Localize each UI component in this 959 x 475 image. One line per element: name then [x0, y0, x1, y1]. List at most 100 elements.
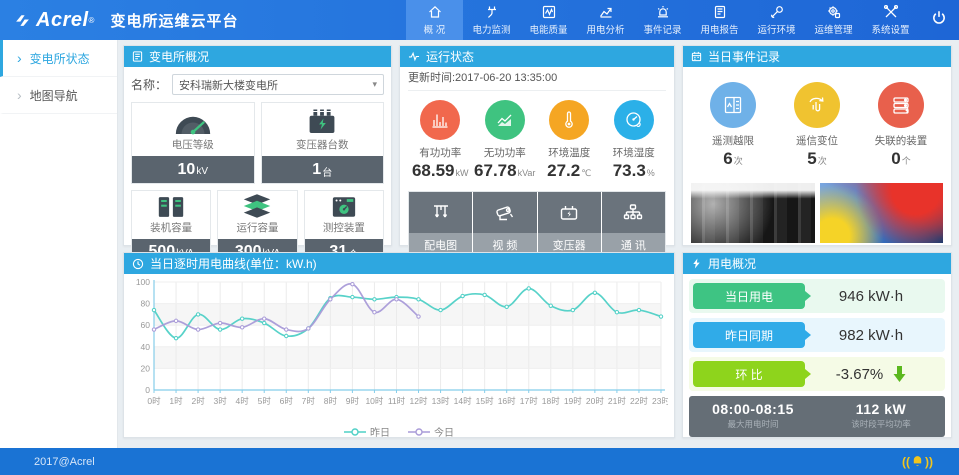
legend-label: 今日: [434, 424, 454, 439]
nav-environment[interactable]: 运行环境: [748, 0, 805, 40]
svg-text:5时: 5时: [258, 396, 272, 406]
value: 68.59: [412, 161, 455, 180]
nav-label: 事件记录: [643, 22, 681, 36]
panel-header: 当日逐时用电曲线(单位：kW.h): [124, 253, 674, 274]
yesterday-usage-value: 982 kW·h: [805, 327, 937, 344]
caret-down-icon: ▾: [372, 79, 377, 90]
card-label: 装机容量: [132, 218, 210, 239]
unit: kV: [196, 166, 208, 177]
nav-label: 电能质量: [529, 22, 567, 36]
svg-text:20: 20: [141, 363, 151, 373]
card-label: 测控装置: [305, 218, 383, 239]
power-icon: [930, 9, 948, 32]
top-nav: 概 况 电力监测 电能质量 用电分析 事件记录 用电报告: [406, 0, 959, 40]
legend-marker-icon: [344, 428, 366, 436]
nav-label: 运维管理: [814, 22, 852, 36]
offline-devices-event: 失联的装置 0个: [859, 82, 943, 169]
plug-icon: [484, 4, 500, 20]
sidebar-item-label: 变电所状态: [30, 50, 90, 67]
panel-header: 运行状态: [400, 46, 674, 67]
running-status-panel: 运行状态 更新时间:2017-06-20 13:35:00 有功功率 68.59…: [399, 45, 675, 246]
ambient-temperature-metric: 环境温度 27.2℃: [537, 100, 602, 181]
voltage-level-card: 电压等级 10kV: [131, 102, 255, 184]
event-count: 5次: [775, 149, 859, 169]
svg-text:100: 100: [136, 277, 150, 287]
wrench-icon: [769, 4, 785, 20]
power-value: 112 kW: [817, 401, 945, 417]
metric-label: 有功功率: [408, 145, 473, 160]
unit: 台: [322, 164, 332, 179]
chevron-right-icon: ›: [17, 87, 22, 103]
metric-label: 环境湿度: [602, 145, 667, 160]
metric-label: 无功功率: [473, 145, 538, 160]
metric-value: 73.3%: [602, 161, 667, 181]
home-icon: [427, 4, 443, 20]
svg-text:17时: 17时: [520, 396, 538, 406]
video-button[interactable]: 视 频: [473, 192, 536, 257]
avg-power: 112 kW 该时段平均功率: [817, 396, 945, 437]
time-range-label: 最大用电时间: [689, 418, 817, 430]
event-count: 6次: [691, 149, 775, 169]
alarm-bell-button[interactable]: (( )): [902, 455, 933, 469]
sidebar-item-map-navigation[interactable]: › 地图导航: [0, 77, 117, 114]
usage-line-chart[interactable]: 0204060801000时1时2时3时4时5时6时7时8时9时10时11时12…: [128, 277, 668, 418]
name-label: 名称：: [131, 76, 167, 93]
nav-ops-management[interactable]: 运维管理: [805, 0, 862, 40]
svg-text:13时: 13时: [432, 396, 450, 406]
transformer-box-icon: [538, 192, 601, 233]
value: 10: [178, 161, 196, 179]
nav-label: 电力监测: [472, 22, 510, 36]
sidebar-item-substation-status[interactable]: › 变电所状态: [0, 40, 117, 77]
nav-power-monitoring[interactable]: 电力监测: [463, 0, 520, 40]
nav-usage-analysis[interactable]: 用电分析: [577, 0, 634, 40]
alarm-icon: [655, 4, 671, 20]
sidebar: › 变电所状态 › 地图导航: [0, 40, 118, 448]
value: 67.78: [474, 161, 517, 180]
nav-power-quality[interactable]: 电能质量: [520, 0, 577, 40]
signal-change-icon: [794, 82, 840, 128]
svg-text:15时: 15时: [476, 396, 494, 406]
legend-label: 昨日: [370, 424, 390, 439]
hourly-usage-chart-panel: 当日逐时用电曲线(单位：kW.h) 0204060801000时1时2时3时4时…: [123, 252, 675, 438]
unit: 次: [818, 156, 827, 166]
distribution-diagram-button[interactable]: 配电图: [409, 192, 472, 257]
svg-text:22时: 22时: [630, 396, 648, 406]
substation-select[interactable]: 安科瑞新大楼变电所 ▾: [172, 74, 384, 95]
communication-button[interactable]: 通 讯: [602, 192, 665, 257]
unit: ℃: [581, 168, 591, 178]
single-line-diagram-icon: [409, 192, 472, 233]
card-label: 电压等级: [132, 135, 254, 156]
nav-event-log[interactable]: 事件记录: [634, 0, 691, 40]
panel-title: 当日逐时用电曲线(单位：kW.h): [150, 255, 317, 272]
panel-header: 变电所概况: [124, 46, 391, 67]
yesterday-usage-tag: 昨日同期: [693, 322, 805, 348]
logo-text: Acrel: [36, 9, 89, 32]
power-quality-icon: [541, 4, 557, 20]
svg-text:21时: 21时: [608, 396, 626, 406]
svg-text:20时: 20时: [586, 396, 604, 406]
svg-text:11时: 11时: [388, 396, 406, 406]
event-label: 失联的装置: [859, 133, 943, 148]
nav-overview[interactable]: 概 况: [406, 0, 463, 40]
unit: kVar: [518, 168, 536, 178]
svg-text:1时: 1时: [169, 396, 183, 406]
app-footer: 2017@Acrel (( )): [0, 448, 959, 475]
update-time: 更新时间:2017-06-20 13:35:00: [408, 67, 666, 91]
logout-power-button[interactable]: [919, 0, 959, 40]
report-icon: [712, 4, 728, 20]
unit: 个: [902, 156, 911, 166]
transformer-button[interactable]: 变压器: [538, 192, 601, 257]
power-label: 该时段平均功率: [817, 418, 945, 430]
panel-header: 当日事件记录: [683, 46, 951, 67]
acrel-logo-icon: [14, 12, 31, 29]
logo: Acrel ® 变电所运维云平台: [0, 9, 238, 32]
ratio-row: 环 比 -3.67%: [689, 357, 945, 391]
nav-system-settings[interactable]: 系统设置: [862, 0, 919, 40]
server-room-photo: [691, 183, 815, 243]
legend-today[interactable]: 今日: [408, 424, 454, 439]
legend-yesterday[interactable]: 昨日: [344, 424, 390, 439]
nav-usage-report[interactable]: 用电报告: [691, 0, 748, 40]
metric-value: 27.2℃: [537, 161, 602, 181]
panel-title: 变电所概况: [149, 48, 209, 65]
svg-text:6时: 6时: [280, 396, 294, 406]
